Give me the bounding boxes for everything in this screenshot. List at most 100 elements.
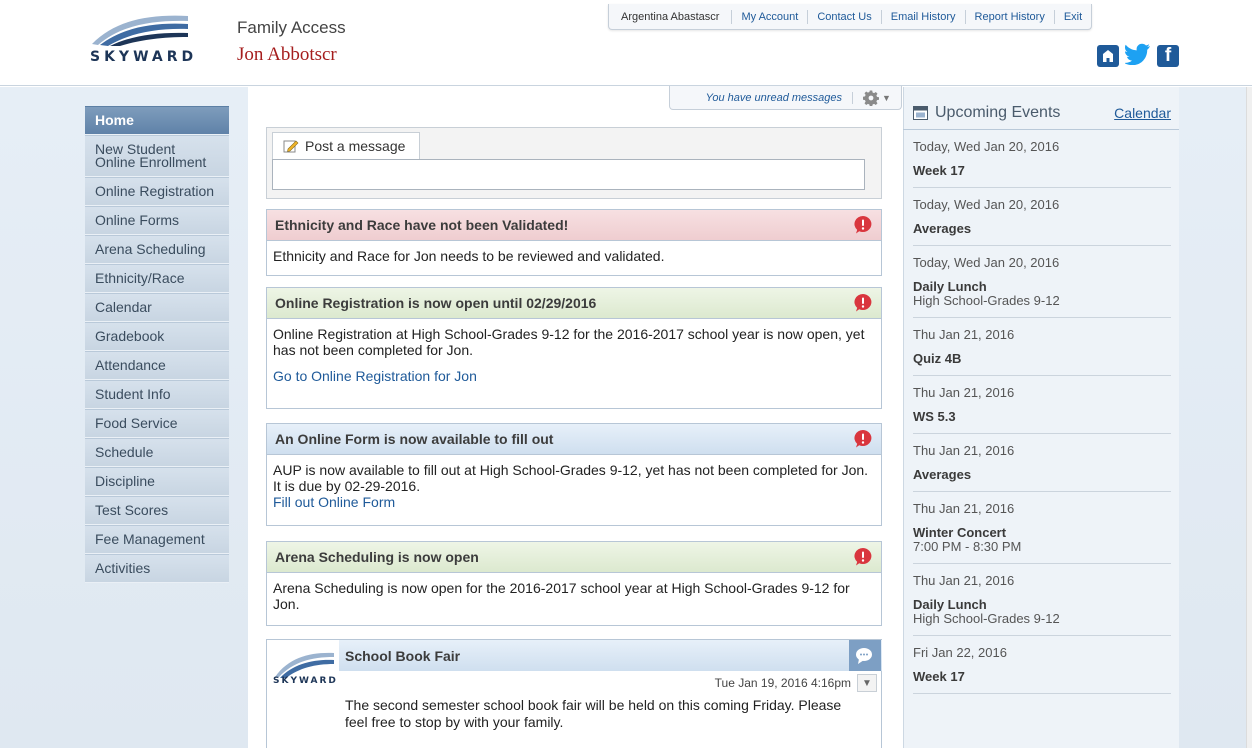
exit-link[interactable]: Exit bbox=[1053, 9, 1091, 24]
post-timestamp: Tue Jan 19, 2016 4:16pm bbox=[714, 676, 851, 690]
unread-messages-link[interactable]: You have unread messages bbox=[670, 91, 853, 104]
social-links: f bbox=[1097, 43, 1179, 68]
event-item[interactable]: Today, Wed Jan 20, 2016 Week 17 bbox=[913, 130, 1171, 188]
event-name: Winter Concert bbox=[913, 525, 1007, 540]
school-icon[interactable] bbox=[1097, 44, 1119, 67]
sidebar-item-attendance[interactable]: Attendance bbox=[85, 351, 229, 380]
logo-swoosh bbox=[92, 15, 188, 46]
sidebar-item-schedule[interactable]: Schedule bbox=[85, 438, 229, 467]
student-name: Jon Abbotscr bbox=[237, 44, 337, 65]
calendar-link[interactable]: Calendar bbox=[1114, 105, 1171, 121]
alert-card-ethnicity: Ethnicity and Race have not been Validat… bbox=[266, 209, 882, 276]
app-title: Family Access bbox=[237, 18, 346, 37]
sidebar-item-calendar[interactable]: Calendar bbox=[85, 293, 229, 322]
logo-swoosh bbox=[275, 652, 334, 678]
chevron-down-icon: ▼ bbox=[882, 92, 891, 103]
post-message-tab[interactable]: Post a message bbox=[272, 132, 421, 159]
event-item[interactable]: Thu Jan 21, 2016 Daily Lunch High School… bbox=[913, 564, 1171, 636]
sidebar-item-gradebook[interactable]: Gradebook bbox=[85, 322, 229, 351]
alert-text: AUP is now available to fill out at High… bbox=[273, 462, 869, 494]
sidebar-item-student-info[interactable]: Student Info bbox=[85, 380, 229, 409]
event-name: Daily Lunch bbox=[913, 279, 987, 294]
event-date: Fri Jan 22, 2016 bbox=[913, 645, 1007, 660]
logo-wordmark: SKYWARD bbox=[273, 676, 338, 686]
sidebar-item-discipline[interactable]: Discipline bbox=[85, 467, 229, 496]
post-options-button[interactable]: ▼ bbox=[857, 674, 877, 692]
sidebar-item-activities[interactable]: Activities bbox=[85, 554, 229, 583]
event-item[interactable]: Today, Wed Jan 20, 2016 Daily Lunch High… bbox=[913, 246, 1171, 318]
sidebar-item-online-forms[interactable]: Online Forms bbox=[85, 206, 229, 235]
event-name: WS 5.3 bbox=[913, 409, 956, 424]
post-message-label: Post a message bbox=[305, 138, 406, 154]
event-name: Daily Lunch bbox=[913, 597, 987, 612]
event-date: Today, Wed Jan 20, 2016 bbox=[913, 197, 1060, 212]
comment-button[interactable] bbox=[849, 640, 881, 671]
event-date: Today, Wed Jan 20, 2016 bbox=[913, 139, 1060, 154]
post-text: The second semester school book fair wil… bbox=[345, 697, 842, 730]
sidebar-item-new-student-online-enrollment[interactable]: New Student Online Enrollment bbox=[85, 135, 229, 177]
event-item[interactable]: Thu Jan 21, 2016 WS 5.3 bbox=[913, 376, 1171, 434]
post-message-panel: Post a message bbox=[266, 127, 882, 199]
alert-card-online-registration: Online Registration is now open until 02… bbox=[266, 287, 882, 409]
calendar-icon bbox=[913, 106, 928, 120]
my-account-link[interactable]: My Account bbox=[731, 9, 807, 24]
message-bar: You have unread messages ▼ bbox=[669, 86, 902, 110]
settings-menu-button[interactable]: ▼ bbox=[853, 90, 901, 106]
sidebar-item-ethnicity-race[interactable]: Ethnicity/Race bbox=[85, 264, 229, 293]
upcoming-events-panel: Upcoming Events Calendar Today, Wed Jan … bbox=[903, 96, 1179, 694]
gear-icon bbox=[863, 90, 880, 106]
sidebar-item-online-registration[interactable]: Online Registration bbox=[85, 177, 229, 206]
email-history-link[interactable]: Email History bbox=[880, 9, 965, 24]
alert-header: Arena Scheduling is now open bbox=[267, 542, 881, 573]
logo-wordmark: SKYWARD bbox=[90, 49, 198, 65]
twitter-icon[interactable] bbox=[1124, 43, 1151, 68]
contact-us-link[interactable]: Contact Us bbox=[807, 9, 880, 24]
alert-body: AUP is now available to fill out at High… bbox=[267, 455, 881, 518]
alert-text: Online Registration at High School-Grade… bbox=[273, 326, 865, 358]
event-date: Thu Jan 21, 2016 bbox=[913, 443, 1015, 458]
event-item[interactable]: Thu Jan 21, 2016 Winter Concert 7:00 PM … bbox=[913, 492, 1171, 564]
event-date: Thu Jan 21, 2016 bbox=[913, 573, 1015, 588]
sender-logo: SKYWARD bbox=[273, 650, 338, 690]
alert-card-arena-scheduling: Arena Scheduling is now open Arena Sched… bbox=[266, 541, 882, 626]
post-title: School Book Fair bbox=[345, 647, 461, 664]
upcoming-events-header: Upcoming Events Calendar bbox=[903, 96, 1179, 130]
compose-icon bbox=[283, 140, 299, 153]
message-post-book-fair: SKYWARD School Book Fair Tue Jan 19, 201… bbox=[266, 639, 882, 748]
report-history-link[interactable]: Report History bbox=[964, 9, 1054, 24]
sidebar-item-fee-management[interactable]: Fee Management bbox=[85, 525, 229, 554]
event-item[interactable]: Thu Jan 21, 2016 Averages bbox=[913, 434, 1171, 492]
event-item[interactable]: Thu Jan 21, 2016 Quiz 4B bbox=[913, 318, 1171, 376]
alert-body: Arena Scheduling is now open for the 201… bbox=[267, 573, 881, 620]
fill-out-online-form-link[interactable]: Fill out Online Form bbox=[273, 494, 875, 510]
event-date: Thu Jan 21, 2016 bbox=[913, 327, 1015, 342]
alert-header: Online Registration is now open until 02… bbox=[267, 288, 881, 319]
alert-text: Ethnicity and Race for Jon needs to be r… bbox=[273, 248, 665, 264]
sidebar-item-test-scores[interactable]: Test Scores bbox=[85, 496, 229, 525]
sidebar-item-arena-scheduling[interactable]: Arena Scheduling bbox=[85, 235, 229, 264]
upcoming-events-title: Upcoming Events bbox=[935, 103, 1061, 121]
go-to-online-registration-link[interactable]: Go to Online Registration for Jon bbox=[273, 368, 875, 384]
event-name: Averages bbox=[913, 467, 972, 482]
alert-title: Online Registration is now open until 02… bbox=[275, 295, 597, 311]
event-date: Thu Jan 21, 2016 bbox=[913, 501, 1015, 516]
sidebar-item-food-service[interactable]: Food Service bbox=[85, 409, 229, 438]
alert-title: Ethnicity and Race have not been Validat… bbox=[275, 217, 569, 233]
post-message-input[interactable] bbox=[272, 159, 865, 190]
skyward-logo[interactable]: SKYWARD bbox=[90, 12, 200, 72]
sidebar-nav: Home New Student Online Enrollment Onlin… bbox=[85, 106, 229, 583]
event-item[interactable]: Fri Jan 22, 2016 Week 17 bbox=[913, 636, 1171, 694]
facebook-icon[interactable]: f bbox=[1157, 44, 1179, 67]
event-date: Today, Wed Jan 20, 2016 bbox=[913, 255, 1060, 270]
exclamation-icon bbox=[854, 215, 872, 234]
post-header: School Book Fair bbox=[339, 640, 882, 671]
account-links-bar: Argentina Abastascr My Account Contact U… bbox=[608, 4, 1093, 30]
event-item[interactable]: Today, Wed Jan 20, 2016 Averages bbox=[913, 188, 1171, 246]
exclamation-icon bbox=[854, 547, 872, 566]
sidebar-item-home[interactable]: Home bbox=[85, 106, 229, 135]
user-name: Argentina Abastascr bbox=[621, 10, 720, 23]
page-scrollbar[interactable] bbox=[1246, 87, 1252, 748]
exclamation-icon bbox=[854, 429, 872, 448]
event-name: Averages bbox=[913, 221, 972, 236]
event-date: Thu Jan 21, 2016 bbox=[913, 385, 1015, 400]
